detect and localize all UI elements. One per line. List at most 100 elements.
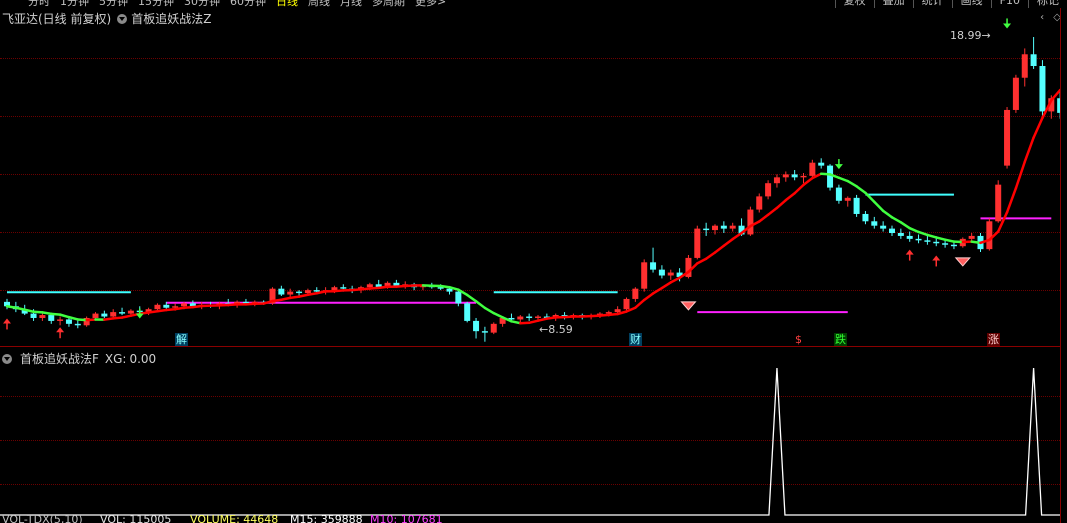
ma-segment (50, 312, 62, 316)
ma-segment (651, 286, 664, 295)
ma-segment (634, 298, 646, 309)
ma-segment (660, 281, 672, 290)
candle-body (1039, 66, 1046, 112)
ma-segment (41, 311, 53, 316)
marker-cai[interactable]: 财 (629, 333, 642, 346)
candle-body (853, 197, 860, 214)
candle-body (340, 287, 347, 289)
candle-body (101, 313, 108, 317)
candle-body (605, 312, 612, 314)
candle-body (889, 228, 895, 234)
ma-segment (855, 185, 867, 195)
ma-segment (881, 209, 894, 219)
candle-body (172, 306, 179, 308)
ma-segment (527, 319, 540, 325)
candle-body (924, 240, 931, 242)
xg-value: 0.00 (129, 351, 157, 366)
xg-line (0, 367, 1060, 516)
sub-indicator-dropdown-icon[interactable] (2, 353, 12, 364)
ma-segment (333, 289, 345, 293)
marker-die[interactable]: 跌 (834, 333, 847, 346)
candle-body (880, 225, 887, 229)
ma-segment (58, 313, 71, 319)
ma-segment (563, 315, 575, 319)
candle-body (39, 315, 46, 318)
ma-segment (315, 290, 327, 295)
sub-indicator (0, 367, 1060, 516)
candle-body (658, 269, 665, 276)
candle-body (968, 235, 975, 239)
candle-body (950, 244, 957, 247)
vol-ma5: VOLUME: 44648 (190, 515, 279, 523)
ma-segment (5, 305, 18, 309)
sub-indicator-title[interactable]: 首板追妖战法F (20, 350, 99, 367)
ma-segment (722, 237, 734, 248)
marker-jie[interactable]: 解 (175, 333, 188, 346)
candle-body (720, 225, 727, 229)
ma-segment (120, 314, 133, 319)
candle-body (818, 162, 825, 166)
candle-body (535, 316, 541, 318)
candle-body (782, 174, 789, 178)
ma-segment (873, 200, 885, 213)
candle-body (703, 228, 710, 231)
ma-segment (350, 288, 363, 292)
price-chart[interactable] (0, 0, 1060, 523)
candle-body (30, 313, 37, 318)
candle-body (844, 197, 851, 201)
down-arrow-icon (1003, 23, 1012, 29)
pointer-arrow-icon: → (981, 29, 991, 42)
candle-body (119, 312, 126, 314)
ma-segment (32, 310, 44, 314)
ma-segment (1023, 136, 1035, 164)
high-price-label: 18.99→ (950, 29, 991, 42)
ma-segment (359, 287, 372, 291)
candle-body (623, 298, 630, 310)
up-arrow-icon (905, 249, 914, 255)
candle-body (154, 304, 161, 310)
marker-dollar[interactable]: $ (794, 333, 803, 346)
ma-segment (970, 240, 982, 245)
candle-body (65, 319, 72, 324)
candle-body (756, 196, 763, 210)
candle-body (694, 228, 701, 258)
ma-segment (510, 320, 522, 325)
ma-segment (483, 306, 495, 315)
ma-segment (465, 293, 478, 303)
candle-body (632, 288, 639, 299)
candle-body (942, 243, 949, 245)
ma-segment (67, 315, 80, 321)
level-lines (7, 193, 1052, 314)
sub-panel-title: 首板追妖战法F XG: 0.00 (2, 350, 156, 367)
candle-body (933, 241, 940, 244)
ma-segment (926, 233, 938, 239)
ma-segment (890, 216, 903, 224)
ma-segment (598, 313, 611, 317)
marker-zhang[interactable]: 涨 (987, 333, 1000, 346)
ma-segment (607, 312, 619, 317)
ma-segment (846, 179, 858, 188)
candle-body (481, 331, 488, 333)
candle-body (835, 187, 842, 201)
candle-body (614, 309, 621, 313)
candle-body (92, 313, 99, 318)
candle-body (304, 290, 311, 294)
ma-segment (766, 206, 779, 217)
ma-segment (156, 308, 168, 313)
vol-ma10: M15: 359888 (290, 515, 363, 523)
candle-body (641, 262, 648, 289)
candle-body (464, 303, 471, 321)
candle-body (366, 284, 373, 288)
signal-arrows (3, 18, 1012, 339)
ma-segment (14, 306, 26, 311)
candle-body (862, 213, 869, 222)
diamond-signal-icon (680, 301, 697, 311)
candle-body (490, 323, 497, 333)
candle-body (827, 165, 834, 188)
candle-body (313, 290, 320, 292)
candle-body (906, 235, 913, 239)
ma-segment (280, 296, 292, 302)
candle-body (765, 183, 772, 197)
candle-body (455, 291, 462, 304)
ma-segment (935, 236, 947, 241)
